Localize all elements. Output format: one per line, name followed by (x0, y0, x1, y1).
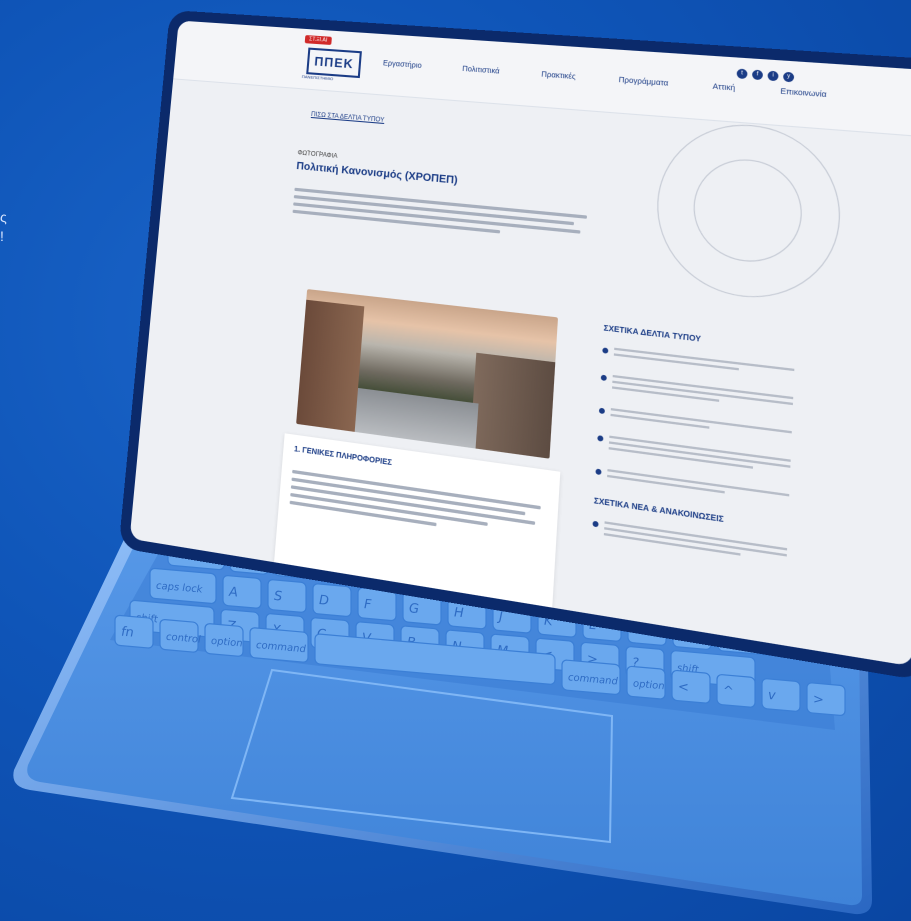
site-logo-subtitle: ΠΑΝΕΠΙΣΤΗΜΙΟ (301, 73, 334, 82)
decorative-gear-drawing (652, 118, 844, 307)
key: command (249, 627, 309, 663)
instagram-icon[interactable]: i (767, 70, 779, 82)
related-sidebar: ΣΧΕΤΙΚΑ ΔΕΛΤΙΑ ΤΥΠΟΥ ΣΧΕΤΙΚΑ ΝΕΑ & ΑΝΑΚΟ… (591, 325, 795, 583)
key-label: < (678, 680, 689, 696)
article-intro (292, 184, 588, 247)
nav-item[interactable]: Πρακτικές (541, 71, 576, 81)
key: command (561, 659, 621, 695)
site-logo[interactable]: ΠΠΕΚ (306, 47, 362, 79)
key: option (626, 665, 666, 700)
key: option (204, 623, 244, 657)
twitter-icon[interactable]: t (736, 68, 748, 80)
key: < (671, 669, 711, 704)
nav-item[interactable]: Εργαστήριο (383, 60, 422, 70)
site-nav: Εργαστήριο Πολιτιστικά Πρακτικές Προγράμ… (383, 60, 904, 105)
key-label: S (274, 589, 282, 605)
key: A (222, 575, 262, 609)
nav-item[interactable]: Αττική (712, 83, 735, 92)
list-item[interactable] (600, 374, 794, 415)
article-photo (296, 289, 559, 459)
key-label: G (409, 601, 419, 617)
social-icons: t f i y (736, 68, 795, 83)
article-title: Πολιτική Κανονισμός (ΧΡΟΠΕΠ) (295, 160, 458, 187)
key: control (159, 618, 201, 653)
key: S (267, 579, 307, 613)
key-label: > (813, 692, 824, 708)
article-category: ΦΩΤΟΓΡΑΦΙΑ (297, 150, 338, 161)
key: caps lock (149, 567, 217, 605)
nav-item[interactable]: Επικοινωνία (780, 88, 826, 99)
key-label: H (454, 605, 464, 621)
key-label: D (319, 593, 329, 609)
youtube-icon[interactable]: y (783, 71, 795, 83)
key-label: v (768, 688, 776, 704)
facebook-icon[interactable]: f (751, 69, 764, 81)
key: ^ (716, 674, 756, 708)
info-card-title: 1. ΓΕΝΙΚΕΣ ΠΛΗΡΟΦΟΡΙΕΣ (293, 445, 393, 468)
key-label: A (228, 585, 238, 601)
header-badge: ΣΤ.ΞΙ.ΑΙ (304, 35, 332, 45)
key: D (312, 583, 352, 617)
nav-item[interactable]: Προγράμματα (618, 77, 668, 88)
key-label: ^ (723, 684, 734, 700)
nav-item[interactable]: Πολιτιστικά (462, 66, 500, 76)
key: > (806, 682, 846, 717)
back-link[interactable]: ΠΙΣΩ ΣΤΑ ΔΕΛΤΙΑ ΤΥΠΟΥ (311, 112, 385, 124)
key: v (761, 678, 801, 712)
key-label: fn (121, 625, 134, 641)
key: fn (114, 614, 154, 649)
key-label: F (364, 597, 372, 613)
